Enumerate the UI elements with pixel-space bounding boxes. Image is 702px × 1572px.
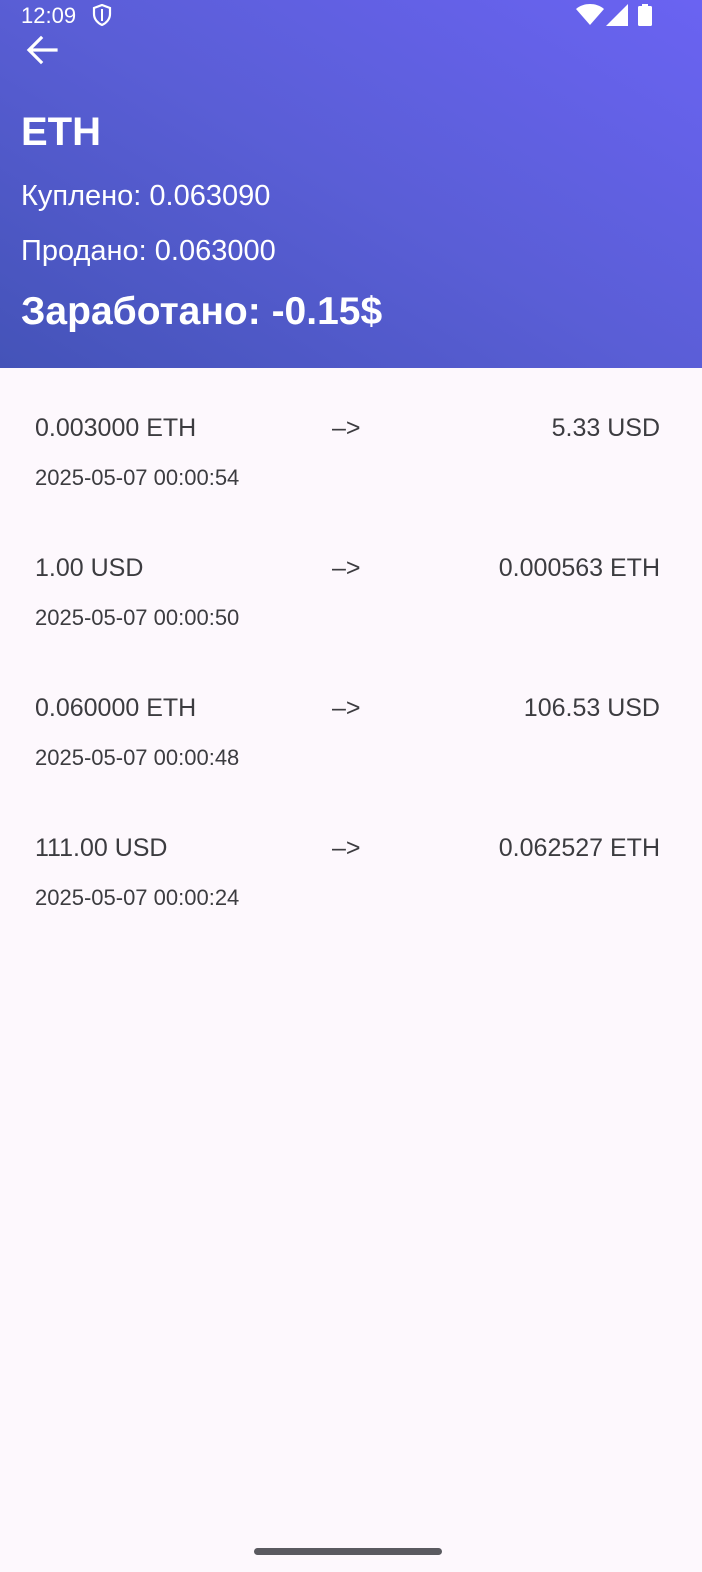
tx-from-amount: 0.060000 ETH <box>35 694 197 722</box>
earned-amount: Заработано: -0.15$ <box>21 290 383 333</box>
tx-date: 2025-05-07 00:00:50 <box>35 605 240 630</box>
transaction-list: 0.003000 ETH –> 5.33 USD 2025-05-07 00:0… <box>0 368 702 928</box>
summary-header: 12:09 ETH Куплено: 0.063090 Продано: 0.0… <box>0 0 702 368</box>
transaction-row[interactable]: 111.00 USD –> 0.062527 ETH 2025-05-07 00… <box>0 788 702 928</box>
tx-from-amount: 0.003000 ETH <box>35 414 197 442</box>
tx-from-amount: 1.00 USD <box>35 554 144 582</box>
back-button[interactable] <box>22 32 62 68</box>
status-bar: 12:09 <box>0 0 702 30</box>
wifi-icon <box>576 4 604 25</box>
tx-arrow: –> <box>332 414 361 442</box>
tx-date: 2025-05-07 00:00:48 <box>35 745 240 770</box>
page-title: ETH <box>21 110 101 154</box>
tx-to-amount: 5.33 USD <box>551 414 660 442</box>
status-icons <box>576 4 656 26</box>
signal-icon <box>606 4 628 26</box>
tx-to-amount: 0.000563 ETH <box>498 554 660 582</box>
transaction-row[interactable]: 0.060000 ETH –> 106.53 USD 2025-05-07 00… <box>0 648 702 788</box>
tx-to-amount: 0.062527 ETH <box>498 834 660 862</box>
sold-amount: Продано: 0.063000 <box>21 235 276 267</box>
tx-date: 2025-05-07 00:00:24 <box>35 885 240 910</box>
bought-amount: Куплено: 0.063090 <box>21 180 271 212</box>
gesture-nav-handle[interactable] <box>254 1548 442 1555</box>
battery-icon <box>638 4 652 26</box>
transaction-row[interactable]: 0.003000 ETH –> 5.33 USD 2025-05-07 00:0… <box>0 368 702 508</box>
tx-from-amount: 111.00 USD <box>35 834 168 862</box>
status-time: 12:09 <box>21 3 77 28</box>
tx-date: 2025-05-07 00:00:54 <box>35 465 240 490</box>
transaction-row[interactable]: 1.00 USD –> 0.000563 ETH 2025-05-07 00:0… <box>0 508 702 648</box>
tx-to-amount: 106.53 USD <box>523 694 660 722</box>
tx-arrow: –> <box>332 834 361 862</box>
tx-arrow: –> <box>332 554 361 582</box>
arrow-left-icon <box>26 35 58 65</box>
shield-icon <box>92 4 112 26</box>
tx-arrow: –> <box>332 694 361 722</box>
